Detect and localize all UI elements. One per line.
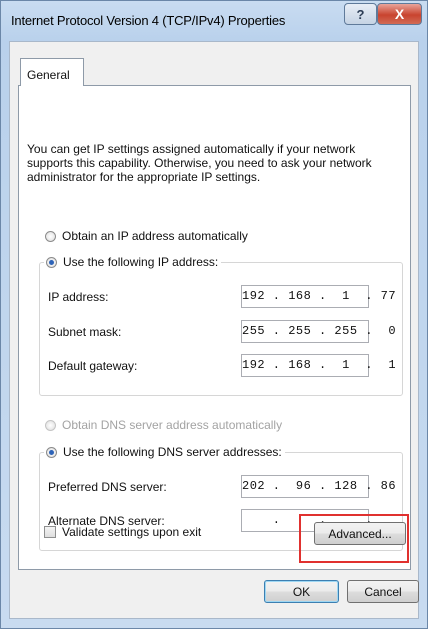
title-bar[interactable]: Internet Protocol Version 4 (TCP/IPv4) P…: [1, 1, 427, 41]
ip-auto-option[interactable]: Obtain an IP address automatically: [45, 229, 248, 243]
default-gateway-input[interactable]: 192 . 168 . 1 . 1: [241, 354, 396, 377]
preferred-dns-label: Preferred DNS server:: [48, 480, 167, 494]
dns-auto-label: Obtain DNS server address automatically: [62, 418, 283, 432]
ip-address-row: IP address: 192 . 168 . 1 . 77: [48, 285, 408, 309]
advanced-highlight-box: [299, 514, 409, 563]
ip-address-label: IP address:: [48, 290, 109, 304]
ok-button-label: OK: [292, 584, 311, 599]
ip-address-input[interactable]: 192 . 168 . 1 . 77: [241, 285, 396, 308]
validate-label: Validate settings upon exit: [62, 525, 202, 539]
subnet-mask-input[interactable]: 255 . 255 . 255 . 0: [241, 320, 396, 343]
cancel-button[interactable]: Cancel: [347, 580, 419, 603]
subnet-mask-label: Subnet mask:: [48, 325, 122, 339]
intro-text: You can get IP settings assigned automat…: [27, 142, 372, 184]
general-panel: You can get IP settings assigned automat…: [18, 85, 411, 570]
dns-manual-label: Use the following DNS server addresses:: [63, 445, 282, 459]
preferred-dns-row: Preferred DNS server: 202 . 96 . 128 . 8…: [48, 475, 408, 499]
ip-manual-radio[interactable]: [46, 256, 57, 268]
subnet-mask-row: Subnet mask: 255 . 255 . 255 . 0: [48, 320, 408, 344]
ip-auto-label: Obtain an IP address automatically: [62, 229, 248, 243]
ip-settings-group: Use the following IP address: IP address…: [39, 255, 403, 396]
ip-manual-label: Use the following IP address:: [63, 255, 219, 269]
ip-manual-option[interactable]: Use the following IP address:: [44, 255, 222, 269]
validate-checkbox[interactable]: [44, 526, 56, 538]
tab-general[interactable]: General: [20, 58, 84, 86]
validate-option[interactable]: Validate settings upon exit: [44, 525, 201, 539]
ok-button[interactable]: OK: [264, 580, 339, 603]
default-gateway-label: Default gateway:: [48, 359, 138, 373]
dns-auto-option[interactable]: Obtain DNS server address automatically: [45, 418, 282, 432]
dns-manual-option[interactable]: Use the following DNS server addresses:: [44, 445, 285, 459]
default-gateway-row: Default gateway: 192 . 168 . 1 . 1: [48, 354, 408, 378]
close-icon: X: [394, 6, 405, 22]
ip-auto-radio[interactable]: [45, 230, 56, 242]
dialog-window: Internet Protocol Version 4 (TCP/IPv4) P…: [0, 0, 428, 629]
preferred-dns-input[interactable]: 202 . 96 . 128 . 86: [241, 475, 396, 498]
dns-auto-radio[interactable]: [45, 419, 56, 431]
tab-label: General: [27, 68, 70, 82]
help-icon: ?: [356, 6, 365, 22]
cancel-button-label: Cancel: [364, 584, 402, 599]
help-button[interactable]: ?: [344, 3, 377, 25]
window-title: Internet Protocol Version 4 (TCP/IPv4) P…: [11, 13, 286, 28]
dns-manual-radio[interactable]: [46, 446, 57, 458]
close-button[interactable]: X: [377, 3, 422, 25]
